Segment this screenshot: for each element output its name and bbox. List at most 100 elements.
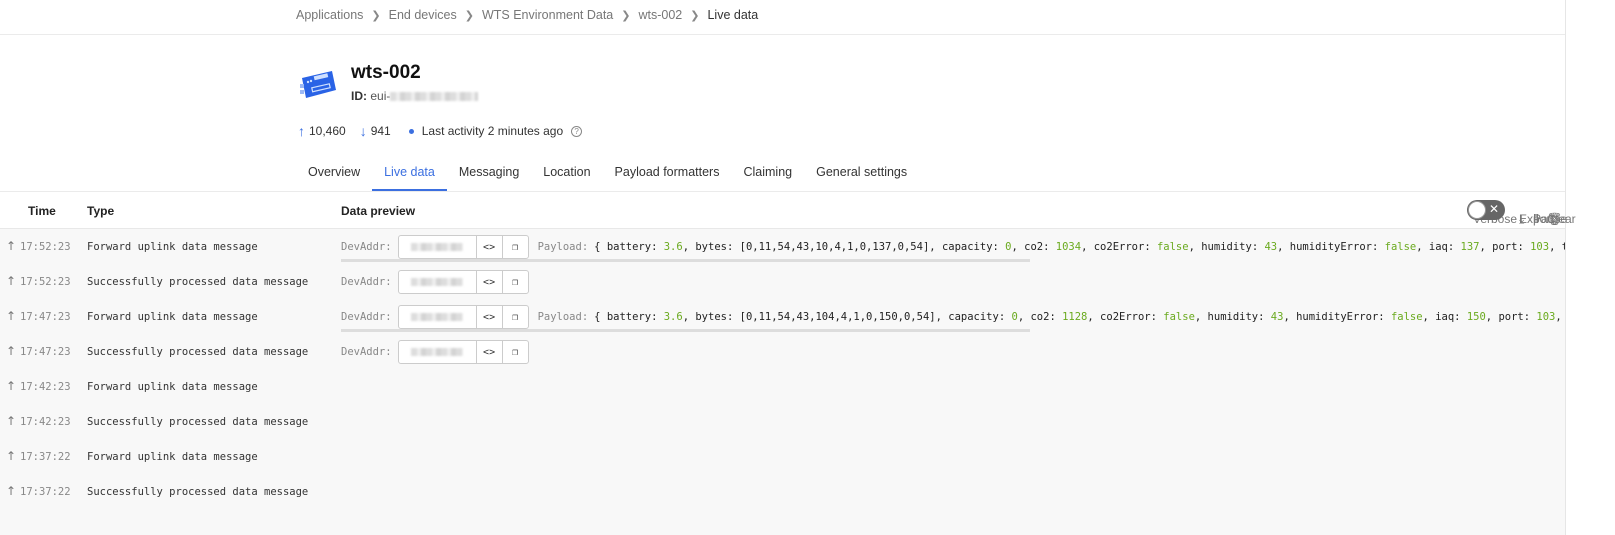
payload-value: false — [1156, 241, 1189, 253]
tab-messaging[interactable]: Messaging — [447, 164, 531, 190]
redacted-devaddr — [411, 348, 464, 356]
devaddr-field: <> ❐ — [397, 270, 529, 294]
event-time: 17:42:23 — [20, 416, 71, 428]
breadcrumb-device[interactable]: wts-002 — [638, 8, 682, 22]
event-time: 17:52:23 — [20, 241, 71, 253]
copy-icon[interactable]: ❐ — [501, 341, 528, 363]
verbose-stream-toggle[interactable]: ✕ — [1467, 200, 1505, 220]
event-type: Forward uplink data message — [87, 311, 258, 323]
toggle-format-button[interactable]: <> — [475, 236, 502, 258]
payload-value: 3.6 — [663, 241, 683, 253]
tab-general-settings[interactable]: General settings — [804, 164, 919, 190]
payload-key: humidityError — [1289, 241, 1372, 253]
event-type: Successfully processed data message — [87, 276, 309, 288]
help-icon[interactable]: ? — [571, 125, 583, 137]
device-name: wts-002 — [351, 62, 421, 83]
event-row[interactable]: ↑ 17:47:23 Forward uplink data message D… — [0, 299, 1565, 334]
payload-key: co2Error — [1100, 311, 1151, 323]
divider — [0, 34, 1565, 35]
tab-location[interactable]: Location — [531, 164, 602, 190]
chevron-right-icon: ❯ — [464, 9, 474, 22]
chevron-right-icon: ❯ — [621, 9, 631, 22]
horizontal-scrollbar[interactable] — [341, 329, 1030, 332]
event-row[interactable]: ↑ 17:42:23 Successfully processed data m… — [0, 404, 1565, 439]
breadcrumb-applications[interactable]: Applications — [296, 8, 363, 22]
end-device-icon — [300, 71, 336, 98]
payload-value: [0,11,54,43,10,4,1,0,137,0,54] — [739, 241, 930, 253]
horizontal-scrollbar[interactable] — [341, 259, 1030, 262]
devaddr-field: <> ❐ — [397, 235, 529, 259]
arrow-up-icon: ↑ — [298, 123, 305, 139]
header-data-preview: Data preview — [341, 204, 416, 218]
tab-payload-formatters[interactable]: Payload formatters — [603, 164, 732, 190]
breadcrumb-end-devices[interactable]: End devices — [389, 8, 457, 22]
copy-icon[interactable]: ❐ — [501, 306, 528, 328]
copy-icon[interactable]: ❐ — [501, 236, 528, 258]
redacted-devaddr — [411, 313, 464, 321]
uplink-count: 10,460 — [309, 124, 346, 138]
data-preview: DevAddr: <> ❐ — [341, 269, 1565, 295]
devaddr-label: DevAddr: — [341, 276, 392, 288]
device-stats: ↑ 10,460 ↓ 941 Last activity 2 minutes ago… — [298, 123, 583, 139]
payload-value: 137 — [1460, 241, 1480, 253]
data-preview: DevAddr: <> ❐ Payload:{ battery: 3.6, byte… — [341, 234, 1565, 260]
breadcrumb-current: Live data — [707, 8, 759, 22]
event-row[interactable]: ↑ 17:52:23 Successfully processed data m… — [0, 264, 1565, 299]
payload-value: false — [1384, 241, 1417, 253]
tab-live-data[interactable]: Live data — [372, 164, 447, 191]
event-type: Successfully processed data message — [87, 416, 309, 428]
status-dot — [408, 128, 414, 134]
payload-key: iaq — [1428, 241, 1448, 253]
chevron-right-icon: ❯ — [371, 9, 381, 22]
last-activity: Last activity 2 minutes ago — [421, 124, 564, 138]
event-type: Successfully processed data message — [87, 346, 309, 358]
payload-key: capacity — [941, 241, 993, 253]
payload-key: co2Error — [1093, 241, 1145, 253]
event-row[interactable]: ↑ 17:37:22 Forward uplink data message — [0, 439, 1565, 474]
payload-key: port — [1492, 241, 1518, 253]
event-time: 17:47:23 — [20, 311, 71, 323]
arrow-up-icon: ↑ — [6, 239, 17, 253]
arrow-up-icon: ↑ — [6, 344, 17, 358]
arrow-up-icon: ↑ — [6, 484, 17, 498]
payload-key: co2 — [1024, 241, 1044, 253]
device-tabs: Overview Live data Messaging Location Payloa… — [296, 164, 919, 191]
redacted-eui — [390, 92, 479, 102]
toggle-format-button[interactable]: <> — [475, 341, 502, 363]
payload-value: 103 — [1530, 241, 1550, 253]
event-list: ↑ 17:52:23 Forward uplink data message D… — [0, 228, 1565, 535]
event-time: 17:37:22 — [20, 486, 71, 498]
toggle-format-button[interactable]: <> — [475, 306, 502, 328]
payload-value: false — [1163, 311, 1195, 323]
payload-key: iaq — [1435, 311, 1455, 323]
tab-overview[interactable]: Overview — [296, 164, 372, 190]
event-type: Forward uplink data message — [87, 381, 258, 393]
event-row[interactable]: ↑ 17:37:22 Successfully processed data m… — [0, 474, 1565, 509]
payload-key: battery — [606, 241, 652, 253]
breadcrumb-application[interactable]: WTS Environment Data — [482, 8, 613, 22]
redacted-devaddr — [411, 243, 464, 251]
arrow-up-icon: ↑ — [6, 449, 17, 463]
tab-claiming[interactable]: Claiming — [731, 164, 804, 190]
data-preview: DevAddr: <> ❐ — [341, 339, 1565, 365]
event-time: 17:37:22 — [20, 451, 71, 463]
arrow-up-icon: ↑ — [6, 309, 17, 323]
copy-icon[interactable]: ❐ — [501, 271, 528, 293]
close-icon: ✕ — [1488, 202, 1499, 216]
payload-key: bytes — [695, 241, 727, 253]
event-row[interactable]: ↑ 17:47:23 Successfully processed data m… — [0, 334, 1565, 369]
toggle-format-button[interactable]: <> — [475, 271, 502, 293]
payload-label: Payload: — [537, 311, 589, 323]
payload-key: port — [1498, 311, 1524, 323]
live-data-toolbar: Verbose stream ✕ ⤓Export as JSON ‖Pause … — [1467, 200, 1576, 254]
arrow-up-icon: ↑ — [6, 414, 17, 428]
payload-key: bytes — [695, 311, 727, 323]
payload-key: battery — [606, 311, 652, 323]
devaddr-field: <> ❐ — [397, 305, 529, 329]
payload-value: false — [1390, 311, 1423, 323]
event-row[interactable]: ↑ 17:42:23 Forward uplink data message — [0, 369, 1565, 404]
payload-value: 1034 — [1055, 241, 1082, 253]
event-type: Successfully processed data message — [87, 486, 309, 498]
payload-value: 103 — [1536, 311, 1556, 323]
event-row[interactable]: ↑ 17:52:23 Forward uplink data message D… — [0, 229, 1565, 264]
